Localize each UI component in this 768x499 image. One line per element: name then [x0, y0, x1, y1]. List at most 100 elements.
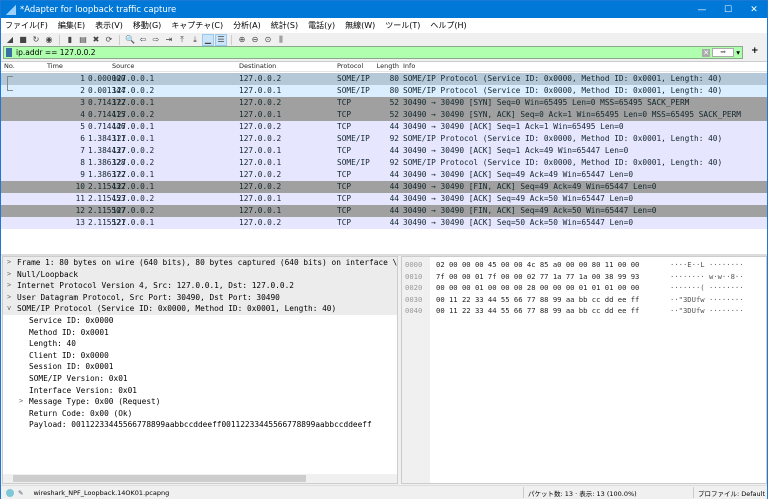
hex-bytes[interactable]: 00 11 22 33 44 55 66 77 88 99 aa bb cc d… [436, 305, 639, 317]
hex-bytes[interactable]: 00 11 22 33 44 55 66 77 88 99 aa bb cc d… [436, 294, 639, 306]
restart-capture-icon[interactable]: ↻ [31, 35, 41, 45]
expand-arrow-icon[interactable]: > [7, 280, 11, 292]
column-header-time[interactable]: Time [47, 62, 63, 70]
menu-item[interactable]: 編集(E) [58, 20, 85, 31]
detail-tree-item[interactable]: Session ID: 0x0001 [3, 361, 397, 373]
close-button[interactable]: ✕ [741, 1, 767, 18]
apply-filter-button[interactable]: ➡ [712, 48, 735, 57]
clear-filter-icon[interactable]: ✕ [702, 48, 711, 57]
menu-item[interactable]: キャプチャ(C) [171, 20, 223, 31]
packet-row[interactable]: 3 0.714372 127.0.0.1 127.0.0.2 TCP 52 30490 → … [1, 97, 767, 109]
capture-comment-icon[interactable]: ✎ [18, 489, 23, 497]
packet-row[interactable]: 12 2.115507 127.0.0.2 127.0.0.1 TCP 44 30490 →… [1, 205, 767, 217]
expand-arrow-icon[interactable]: > [19, 396, 23, 408]
menu-item[interactable]: ファイル(F) [5, 20, 48, 31]
packet-row[interactable]: 8 1.386328 127.0.0.2 127.0.0.1 SOME/IP 92 SOME… [1, 157, 767, 169]
close-file-icon[interactable]: ✖ [91, 35, 101, 45]
maximize-button[interactable]: ☐ [715, 1, 741, 18]
menu-item[interactable]: 分析(A) [233, 20, 261, 31]
column-header-info[interactable]: Info [403, 62, 415, 70]
menu-item[interactable]: 表示(V) [95, 20, 123, 31]
detail-tree-item[interactable]: > Null/Loopback [3, 268, 397, 281]
column-header-len[interactable]: Length [373, 62, 399, 70]
hex-ascii[interactable]: ····E··L ········ [670, 259, 744, 271]
go-forward-icon[interactable]: ⇨ [151, 35, 161, 45]
hex-bytes[interactable]: 00 00 00 01 00 00 00 28 00 00 00 01 01 0… [436, 282, 639, 294]
display-filter-bar[interactable]: ip.addr == 127.0.0.2 ✕ ➡ ▾ [3, 46, 743, 59]
column-header-src[interactable]: Source [112, 62, 134, 70]
detail-tree-item[interactable]: Payload: 00112233445566778899aabbccddeef… [3, 419, 397, 431]
go-to-packet-icon[interactable]: ⇥ [164, 35, 174, 45]
zoom-reset-icon[interactable]: ⊙ [263, 35, 273, 45]
filter-history-dropdown[interactable]: ▾ [736, 48, 740, 57]
detail-tree-item[interactable]: Service ID: 0x0000 [3, 315, 397, 327]
packet-row[interactable]: 11 2.115453 127.0.0.2 127.0.0.1 TCP 44 30490 →… [1, 193, 767, 205]
detail-tree-item[interactable]: v SOME/IP Protocol (Service ID: 0x0000, M… [3, 303, 397, 315]
packet-row[interactable]: 13 2.115521 127.0.0.1 127.0.0.2 TCP 44 30490 →… [1, 217, 767, 229]
column-header-dst[interactable]: Destination [239, 62, 276, 70]
menu-item[interactable]: 無線(W) [345, 20, 375, 31]
find-packet-icon[interactable]: 🔍 [125, 35, 135, 45]
menu-item[interactable]: 統計(S) [271, 20, 298, 31]
zoom-out-icon[interactable]: ⊖ [250, 35, 260, 45]
details-horizontal-scrollbar[interactable] [3, 474, 397, 483]
capture-options-icon[interactable]: ◉ [44, 35, 54, 45]
colorize-icon[interactable]: ☰ [215, 33, 227, 46]
bookmark-icon[interactable] [6, 48, 12, 57]
hex-bytes[interactable]: 02 00 00 00 45 00 00 4c 85 a0 00 00 80 1… [436, 259, 639, 271]
zoom-in-icon[interactable]: ⊕ [237, 35, 247, 45]
expand-arrow-icon[interactable]: > [7, 257, 11, 269]
resize-columns-icon[interactable]: ⫼ [276, 35, 286, 45]
packet-row[interactable]: 6 1.384311 127.0.0.1 127.0.0.2 SOME/IP 92 SOME… [1, 133, 767, 145]
add-filter-button[interactable]: + [751, 46, 759, 56]
reload-file-icon[interactable]: ⟳ [104, 35, 114, 45]
expand-arrow-icon[interactable]: > [7, 292, 11, 304]
detail-tree-item[interactable]: > Internet Protocol Version 4, Src: 127.0… [3, 280, 397, 292]
cell-src: 127.0.0.1 [112, 182, 155, 191]
hex-ascii[interactable]: ··"3DUfw ········ [670, 305, 744, 317]
detail-tree-item[interactable]: Client ID: 0x0000 [3, 350, 397, 362]
hex-ascii[interactable]: ·······( ········ [670, 282, 744, 294]
expert-info-icon[interactable] [6, 488, 14, 497]
packet-row[interactable]: 2 0.001344 127.0.0.2 127.0.0.1 SOME/IP 80 SOME… [1, 85, 767, 97]
save-file-icon[interactable]: ▤ [78, 35, 88, 45]
hex-ascii[interactable]: ··"3DUfw ········ [670, 294, 744, 306]
menu-item[interactable]: 電話(y) [308, 20, 335, 31]
stop-capture-icon[interactable]: ■ [18, 35, 28, 45]
detail-tree-item[interactable]: SOME/IP Version: 0x01 [3, 373, 397, 385]
scrollbar-thumb[interactable] [13, 475, 306, 482]
go-first-icon[interactable]: ⤒ [177, 35, 187, 45]
hex-bytes[interactable]: 7f 00 00 01 7f 00 00 02 77 1a 77 1a 00 3… [436, 271, 639, 283]
detail-tree-item[interactable]: Method ID: 0x0001 [3, 327, 397, 339]
menu-item[interactable]: 移動(G) [133, 20, 161, 31]
autoscroll-icon[interactable]: ▁ [202, 33, 214, 46]
menu-item[interactable]: ツール(T) [385, 20, 420, 31]
detail-tree-item[interactable]: > Message Type: 0x00 (Request) [3, 396, 397, 408]
go-last-icon[interactable]: ⤓ [190, 35, 200, 45]
go-back-icon[interactable]: ⇦ [138, 35, 148, 45]
display-filter-input[interactable]: ip.addr == 127.0.0.2 [16, 48, 96, 57]
open-file-icon[interactable]: ▮ [65, 35, 75, 45]
menu-item[interactable]: ヘルプ(H) [430, 20, 466, 31]
detail-tree-item[interactable]: > User Datagram Protocol, Src Port: 30490… [3, 291, 397, 304]
detail-tree-item[interactable]: > Frame 1: 80 bytes on wire (640 bits), 8… [3, 257, 397, 269]
expand-arrow-icon[interactable]: > [7, 269, 11, 281]
profile-selector[interactable]: プロファイル: Default [698, 488, 765, 498]
hex-offset: 0030 [405, 294, 423, 304]
packet-row[interactable]: 1 0.000000 127.0.0.1 127.0.0.2 SOME/IP 80 SOME… [1, 73, 767, 85]
collapse-arrow-icon[interactable]: v [7, 303, 11, 315]
column-header-proto[interactable]: Protocol [337, 62, 363, 70]
packet-row[interactable]: 9 1.386372 127.0.0.1 127.0.0.2 TCP 44 30490 → … [1, 169, 767, 181]
packet-row[interactable]: 5 0.714446 127.0.0.1 127.0.0.2 TCP 44 30490 → … [1, 121, 767, 133]
detail-text: SOME/IP Protocol (Service ID: 0x0000, Me… [17, 304, 337, 314]
hex-ascii[interactable]: ········ w·w··8·· [670, 271, 744, 283]
detail-tree-item[interactable]: Return Code: 0x00 (Ok) [3, 408, 397, 420]
packet-row[interactable]: 4 0.714415 127.0.0.2 127.0.0.1 TCP 52 30490 → … [1, 109, 767, 121]
minimize-button[interactable]: — [689, 1, 715, 18]
column-header-no[interactable]: No. [4, 62, 88, 70]
packet-row[interactable]: 10 2.115432 127.0.0.1 127.0.0.2 TCP 44 30490 →… [1, 181, 767, 193]
detail-tree-item[interactable]: Interface Version: 0x01 [3, 385, 397, 397]
start-capture-icon[interactable]: ◢ [5, 35, 15, 45]
packet-row[interactable]: 7 1.384437 127.0.0.2 127.0.0.1 TCP 44 30490 → … [1, 145, 767, 157]
detail-tree-item[interactable]: Length: 40 [3, 338, 397, 350]
